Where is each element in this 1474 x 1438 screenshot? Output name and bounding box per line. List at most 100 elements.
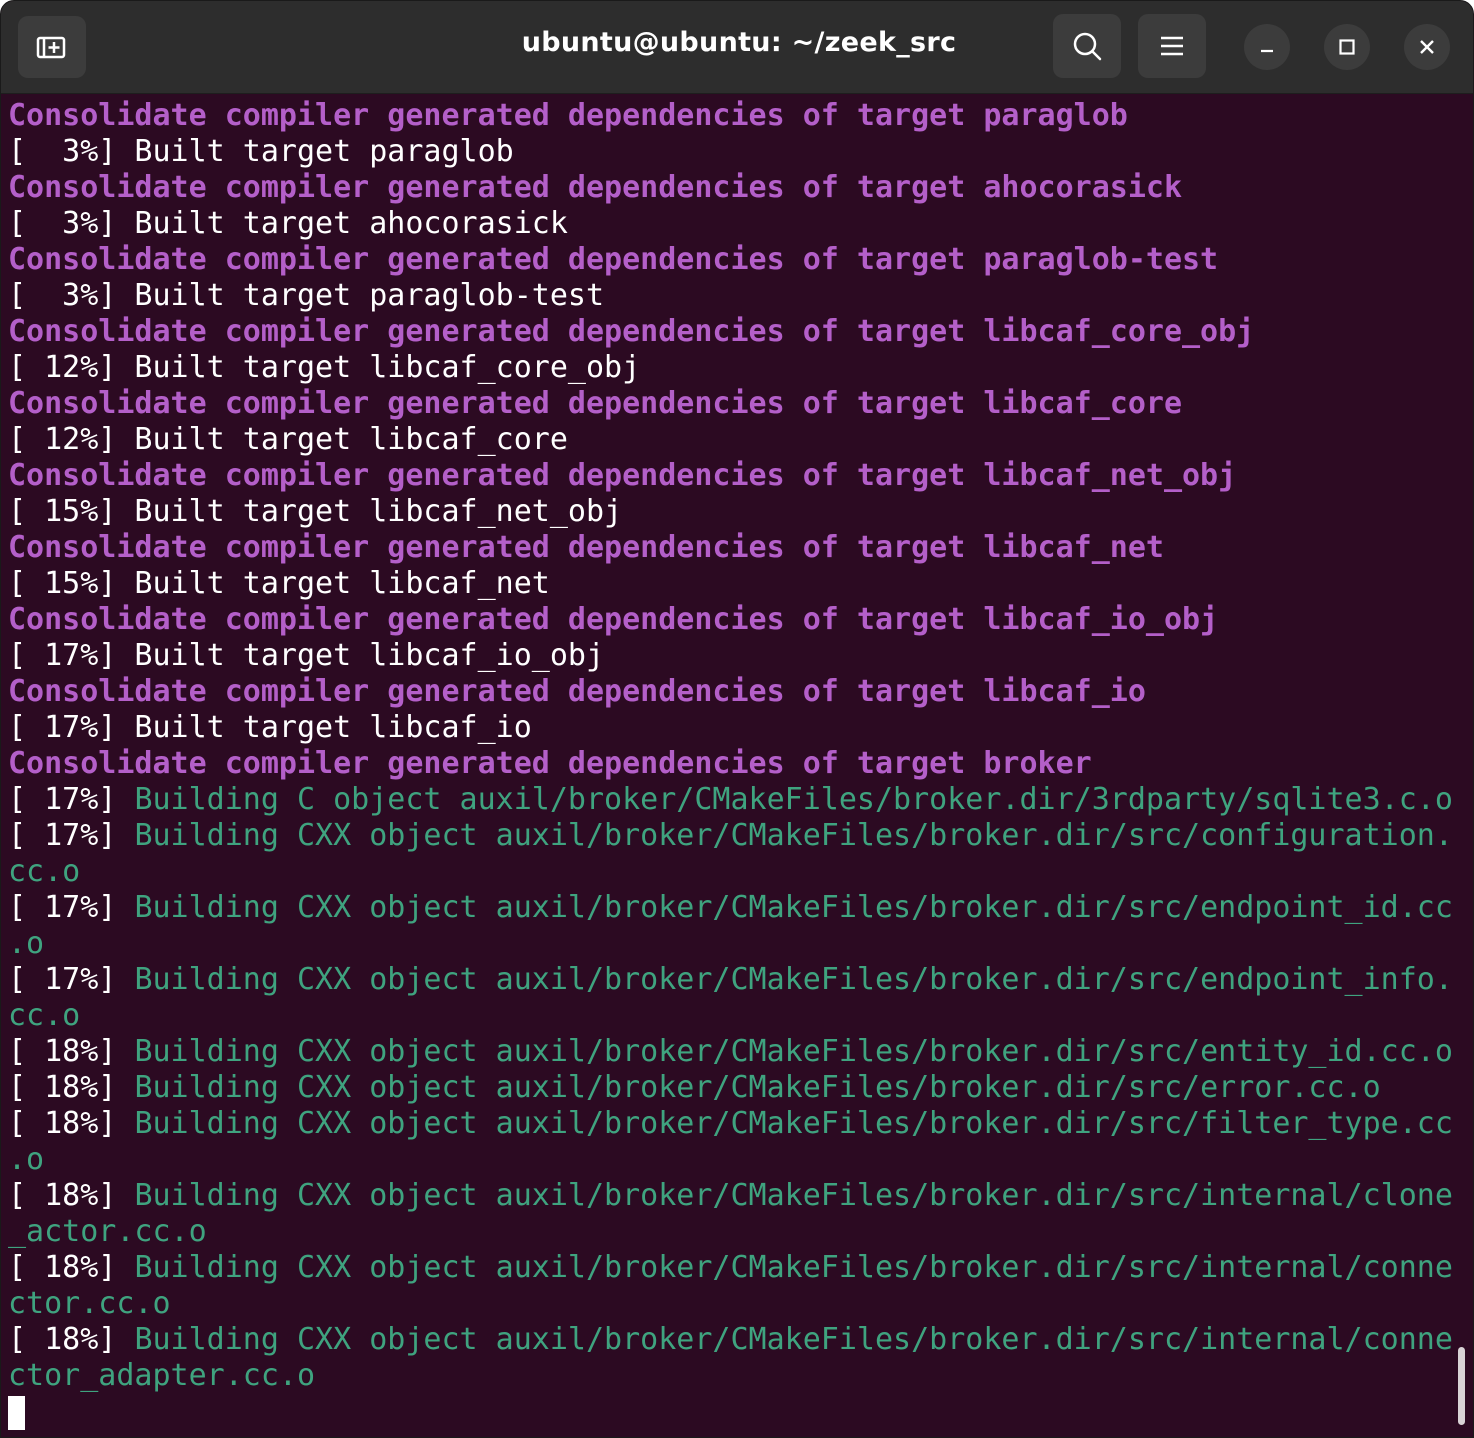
terminal-line: [ 17%] Building CXX object auxil/broker/… bbox=[8, 890, 1453, 926]
window-title: ubuntu@ubuntu: ~/zeek_src bbox=[521, 27, 957, 58]
search-icon bbox=[1073, 32, 1102, 61]
minimize-button[interactable] bbox=[1244, 24, 1290, 70]
line-text: [ 3%] Built target paraglob-test bbox=[8, 278, 605, 313]
line-text: Consolidate compiler generated dependenc… bbox=[8, 242, 1219, 277]
terminal-line: Consolidate compiler generated dependenc… bbox=[8, 530, 1453, 566]
terminal-line: [ 3%] Built target ahocorasick bbox=[8, 206, 1453, 242]
terminal-line: [ 18%] Building CXX object auxil/broker/… bbox=[8, 1178, 1453, 1214]
new-tab-button[interactable] bbox=[18, 16, 86, 78]
line-text: Consolidate compiler generated dependenc… bbox=[8, 386, 1182, 421]
line-text: Consolidate compiler generated dependenc… bbox=[8, 674, 1146, 709]
terminal-line: [ 15%] Built target libcaf_net_obj bbox=[8, 494, 1453, 530]
progress-prefix: [ 18%] bbox=[8, 1178, 135, 1213]
maximize-icon bbox=[1339, 39, 1355, 55]
terminal-line: [ 3%] Built target paraglob bbox=[8, 134, 1453, 170]
terminal-line: [ 18%] Building CXX object auxil/broker/… bbox=[8, 1070, 1453, 1106]
line-text: .o bbox=[8, 1142, 45, 1177]
terminal-line: Consolidate compiler generated dependenc… bbox=[8, 674, 1453, 710]
line-text: Building CXX object auxil/broker/CMakeFi… bbox=[134, 1178, 1453, 1213]
progress-prefix: [ 17%] bbox=[8, 818, 135, 853]
line-text: Consolidate compiler generated dependenc… bbox=[8, 746, 1092, 781]
line-text: cc.o bbox=[8, 854, 81, 889]
line-text: cc.o bbox=[8, 998, 81, 1033]
progress-prefix: [ 18%] bbox=[8, 1070, 135, 1105]
terminal-output[interactable]: Consolidate compiler generated dependenc… bbox=[8, 98, 1453, 1430]
line-text: Building CXX object auxil/broker/CMakeFi… bbox=[134, 1322, 1453, 1357]
terminal-line: [ 17%] Building CXX object auxil/broker/… bbox=[8, 962, 1453, 998]
line-text: _actor.cc.o bbox=[8, 1214, 207, 1249]
line-text: Building CXX object auxil/broker/CMakeFi… bbox=[134, 1070, 1381, 1105]
progress-prefix: [ 18%] bbox=[8, 1250, 135, 1285]
hamburger-menu-icon bbox=[1161, 36, 1183, 56]
progress-prefix: [ 18%] bbox=[8, 1034, 135, 1069]
terminal-line: Consolidate compiler generated dependenc… bbox=[8, 602, 1453, 638]
terminal-line: cc.o bbox=[8, 854, 1453, 890]
terminal-line: Consolidate compiler generated dependenc… bbox=[8, 98, 1453, 134]
terminal-line: _actor.cc.o bbox=[8, 1214, 1453, 1250]
line-text: ctor_adapter.cc.o bbox=[8, 1358, 316, 1393]
search-button[interactable] bbox=[1053, 14, 1121, 78]
close-button[interactable] bbox=[1404, 24, 1450, 70]
line-text: [ 12%] Built target libcaf_core bbox=[8, 422, 568, 457]
line-text: Building C object auxil/broker/CMakeFile… bbox=[134, 782, 1453, 817]
terminal-window: ubuntu@ubuntu: ~/zeek_src Consolidate co… bbox=[0, 0, 1474, 1438]
terminal-line: Consolidate compiler generated dependenc… bbox=[8, 314, 1453, 350]
scrollbar[interactable] bbox=[1458, 1347, 1465, 1425]
line-text: Building CXX object auxil/broker/CMakeFi… bbox=[134, 818, 1453, 853]
line-text: Building CXX object auxil/broker/CMakeFi… bbox=[134, 962, 1453, 997]
terminal-line: Consolidate compiler generated dependenc… bbox=[8, 386, 1453, 422]
progress-prefix: [ 17%] bbox=[8, 890, 135, 925]
line-text: ctor.cc.o bbox=[8, 1286, 171, 1321]
terminal-line: Consolidate compiler generated dependenc… bbox=[8, 170, 1453, 206]
terminal-line: [ 18%] Building CXX object auxil/broker/… bbox=[8, 1250, 1453, 1286]
terminal-line: ctor_adapter.cc.o bbox=[8, 1358, 1453, 1394]
terminal-line: Consolidate compiler generated dependenc… bbox=[8, 242, 1453, 278]
progress-prefix: [ 17%] bbox=[8, 962, 135, 997]
terminal-line: ctor.cc.o bbox=[8, 1286, 1453, 1322]
terminal-line: Consolidate compiler generated dependenc… bbox=[8, 746, 1453, 782]
minimize-icon bbox=[1261, 49, 1273, 53]
line-text: Consolidate compiler generated dependenc… bbox=[8, 458, 1237, 493]
progress-prefix: [ 18%] bbox=[8, 1106, 135, 1141]
terminal-line: [ 12%] Built target libcaf_core bbox=[8, 422, 1453, 458]
terminal-line: .o bbox=[8, 1142, 1453, 1178]
title-bar[interactable]: ubuntu@ubuntu: ~/zeek_src bbox=[1, 1, 1473, 94]
menu-button[interactable] bbox=[1138, 14, 1206, 78]
close-icon bbox=[1420, 40, 1434, 54]
terminal-line: [ 3%] Built target paraglob-test bbox=[8, 278, 1453, 314]
line-text: [ 17%] Built target libcaf_io bbox=[8, 710, 532, 745]
text-cursor bbox=[8, 1396, 25, 1430]
line-text: [ 15%] Built target libcaf_net_obj bbox=[8, 494, 623, 529]
line-text: Building CXX object auxil/broker/CMakeFi… bbox=[134, 1034, 1453, 1069]
line-text: [ 3%] Built target ahocorasick bbox=[8, 206, 568, 241]
line-text: [ 17%] Built target libcaf_io_obj bbox=[8, 638, 605, 673]
terminal-line: Consolidate compiler generated dependenc… bbox=[8, 458, 1453, 494]
terminal-line: [ 17%] Building CXX object auxil/broker/… bbox=[8, 818, 1453, 854]
line-text: Consolidate compiler generated dependenc… bbox=[8, 530, 1164, 565]
terminal-line: .o bbox=[8, 926, 1453, 962]
progress-prefix: [ 18%] bbox=[8, 1322, 135, 1357]
line-text: Building CXX object auxil/broker/CMakeFi… bbox=[134, 1106, 1453, 1141]
line-text: [ 3%] Built target paraglob bbox=[8, 134, 514, 169]
line-text: Consolidate compiler generated dependenc… bbox=[8, 170, 1182, 205]
terminal-line: [ 17%] Built target libcaf_io bbox=[8, 710, 1453, 746]
terminal-line: [ 17%] Built target libcaf_io_obj bbox=[8, 638, 1453, 674]
prompt-line[interactable] bbox=[8, 1394, 1453, 1430]
terminal-line: [ 18%] Building CXX object auxil/broker/… bbox=[8, 1034, 1453, 1070]
line-text: Consolidate compiler generated dependenc… bbox=[8, 602, 1219, 637]
terminal-line: [ 18%] Building CXX object auxil/broker/… bbox=[8, 1106, 1453, 1142]
terminal-line: [ 18%] Building CXX object auxil/broker/… bbox=[8, 1322, 1453, 1358]
maximize-button[interactable] bbox=[1324, 24, 1370, 70]
line-text: Consolidate compiler generated dependenc… bbox=[8, 98, 1128, 133]
terminal-line: [ 15%] Built target libcaf_net bbox=[8, 566, 1453, 602]
line-text: Consolidate compiler generated dependenc… bbox=[8, 314, 1255, 349]
line-text: [ 12%] Built target libcaf_core_obj bbox=[8, 350, 641, 385]
progress-prefix: [ 17%] bbox=[8, 782, 135, 817]
line-text: [ 15%] Built target libcaf_net bbox=[8, 566, 550, 601]
line-text: Building CXX object auxil/broker/CMakeFi… bbox=[134, 890, 1453, 925]
line-text: Building CXX object auxil/broker/CMakeFi… bbox=[134, 1250, 1453, 1285]
terminal-line: [ 17%] Building C object auxil/broker/CM… bbox=[8, 782, 1453, 818]
new-tab-icon bbox=[36, 36, 66, 59]
terminal-line: cc.o bbox=[8, 998, 1453, 1034]
terminal-line: [ 12%] Built target libcaf_core_obj bbox=[8, 350, 1453, 386]
